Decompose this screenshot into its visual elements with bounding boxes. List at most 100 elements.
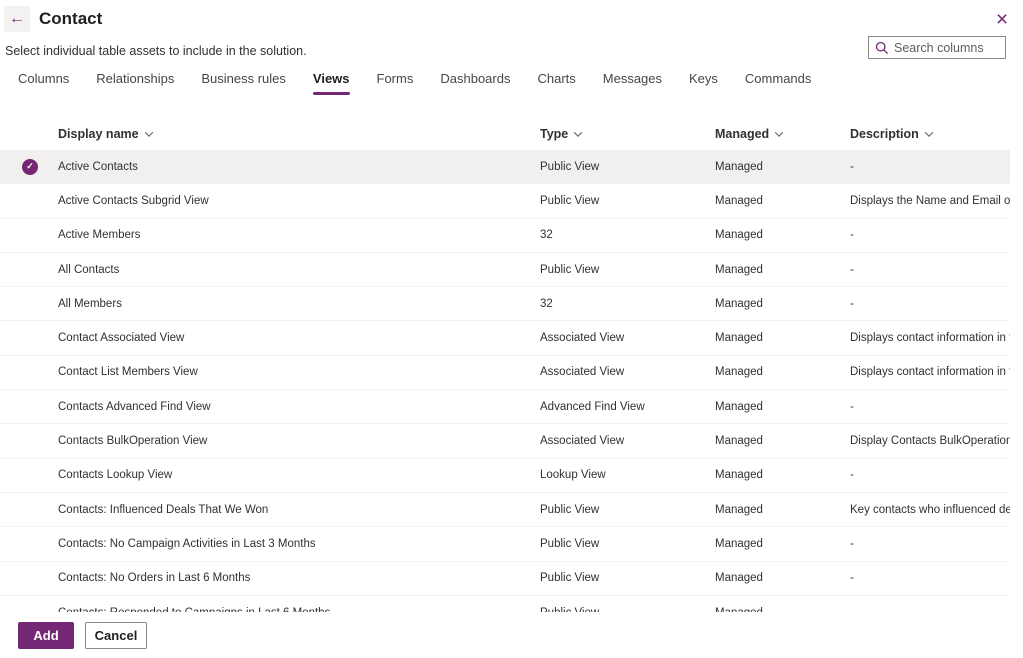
cell-type: 32 — [540, 229, 715, 241]
cell-display-name: Contacts BulkOperation View — [58, 435, 540, 447]
table-row[interactable]: Active Members32Managed- — [0, 219, 1010, 253]
column-header-display-name[interactable]: Display name — [58, 127, 540, 141]
cell-description: - — [850, 401, 1010, 413]
table-row[interactable]: Contact List Members ViewAssociated View… — [0, 356, 1010, 390]
cell-display-name: Contacts: No Orders in Last 6 Months — [58, 572, 540, 584]
tab-label: Forms — [377, 71, 414, 86]
table-header: Display name Type Managed Description — [0, 118, 1010, 150]
cell-description: Display Contacts BulkOperation View — [850, 435, 1010, 447]
column-header-label: Type — [540, 127, 568, 141]
cell-display-name: Contacts: No Campaign Activities in Last… — [58, 538, 540, 550]
tab-label: Columns — [18, 71, 69, 86]
column-header-type[interactable]: Type — [540, 127, 715, 141]
cell-managed: Managed — [715, 469, 850, 481]
tab-relationships[interactable]: Relationships — [96, 71, 174, 95]
cell-description: Displays contact information in the deta — [850, 332, 1010, 344]
close-icon: × — [996, 9, 1008, 30]
asset-picker-panel: ← Contact × Select individual table asse… — [0, 0, 1023, 658]
tab-label: Dashboards — [440, 71, 510, 86]
cell-description: - — [850, 161, 1010, 173]
column-header-label: Display name — [58, 127, 139, 141]
tab-commands[interactable]: Commands — [745, 71, 811, 95]
tab-label: Business rules — [201, 71, 286, 86]
column-header-label: Managed — [715, 127, 769, 141]
tabs: Columns Relationships Business rules Views F… — [18, 71, 811, 95]
tab-forms[interactable]: Forms — [377, 71, 414, 95]
tab-keys[interactable]: Keys — [689, 71, 718, 95]
cell-type: Associated View — [540, 435, 715, 447]
tab-charts[interactable]: Charts — [537, 71, 575, 95]
cell-display-name: Active Members — [58, 229, 540, 241]
cell-managed: Managed — [715, 401, 850, 413]
footer: Add Cancel — [0, 612, 1023, 658]
back-button[interactable]: ← — [4, 6, 30, 32]
cell-display-name: Contacts Lookup View — [58, 469, 540, 481]
cell-type: Public View — [540, 538, 715, 550]
cell-type: 32 — [540, 298, 715, 310]
cell-display-name: Contacts: Influenced Deals That We Won — [58, 504, 540, 516]
table-row[interactable]: Contacts: Influenced Deals That We WonPu… — [0, 493, 1010, 527]
table-row[interactable]: Contact Associated ViewAssociated ViewMa… — [0, 321, 1010, 355]
cell-description: Displays contact information in the Mem — [850, 366, 1010, 378]
cell-type: Public View — [540, 572, 715, 584]
table-row[interactable]: Active Contacts Subgrid ViewPublic ViewM… — [0, 184, 1010, 218]
cell-display-name: All Members — [58, 298, 540, 310]
checkmark-icon: ✓ — [22, 159, 38, 175]
chevron-down-icon — [775, 128, 783, 136]
tab-views[interactable]: Views — [313, 71, 350, 95]
cell-display-name: Contacts Advanced Find View — [58, 401, 540, 413]
cell-managed: Managed — [715, 161, 850, 173]
cell-type: Public View — [540, 504, 715, 516]
tab-business-rules[interactable]: Business rules — [201, 71, 286, 95]
table-row[interactable]: All ContactsPublic ViewManaged- — [0, 253, 1010, 287]
page-subtitle: Select individual table assets to includ… — [5, 44, 307, 58]
chevron-down-icon — [925, 128, 933, 136]
cell-managed: Managed — [715, 435, 850, 447]
cell-type: Advanced Find View — [540, 401, 715, 413]
table-row[interactable]: All Members32Managed- — [0, 287, 1010, 321]
cell-managed: Managed — [715, 298, 850, 310]
cell-display-name: Contact List Members View — [58, 366, 540, 378]
cell-managed: Managed — [715, 332, 850, 344]
table-row[interactable]: Contacts: No Campaign Activities in Last… — [0, 527, 1010, 561]
chevron-down-icon — [574, 128, 582, 136]
views-table: Display name Type Managed Description ✓ Acti… — [0, 118, 1010, 630]
tab-label: Charts — [537, 71, 575, 86]
table-row[interactable]: Contacts: No Orders in Last 6 MonthsPubl… — [0, 562, 1010, 596]
cancel-button[interactable]: Cancel — [85, 622, 147, 649]
cell-type: Public View — [540, 161, 715, 173]
cell-type: Public View — [540, 195, 715, 207]
cell-type: Associated View — [540, 366, 715, 378]
cell-display-name: Active Contacts — [58, 161, 540, 173]
table-body: ✓Active ContactsPublic ViewManaged-Activ… — [0, 150, 1010, 630]
row-selected-check[interactable]: ✓ — [0, 159, 58, 175]
page-title: Contact — [39, 9, 102, 29]
table-row[interactable]: Contacts Advanced Find ViewAdvanced Find… — [0, 390, 1010, 424]
tab-label: Views — [313, 71, 350, 86]
cell-type: Public View — [540, 264, 715, 276]
cell-managed: Managed — [715, 264, 850, 276]
tab-dashboards[interactable]: Dashboards — [440, 71, 510, 95]
topbar: ← Contact — [4, 6, 102, 32]
chevron-down-icon — [144, 128, 152, 136]
close-button[interactable]: × — [991, 8, 1013, 30]
cell-managed: Managed — [715, 229, 850, 241]
cell-description: - — [850, 469, 1010, 481]
table-row[interactable]: Contacts BulkOperation ViewAssociated Vi… — [0, 424, 1010, 458]
add-button[interactable]: Add — [18, 622, 74, 649]
column-header-description[interactable]: Description — [850, 127, 1010, 141]
cell-managed: Managed — [715, 195, 850, 207]
cell-type: Lookup View — [540, 469, 715, 481]
table-row[interactable]: ✓ Active ContactsPublic ViewManaged- — [0, 150, 1010, 184]
search-box — [868, 36, 1006, 59]
tab-messages[interactable]: Messages — [603, 71, 662, 95]
column-header-managed[interactable]: Managed — [715, 127, 850, 141]
tab-columns[interactable]: Columns — [18, 71, 69, 95]
cell-managed: Managed — [715, 504, 850, 516]
cell-description: - — [850, 264, 1010, 276]
tab-label: Keys — [689, 71, 718, 86]
table-row[interactable]: Contacts Lookup ViewLookup ViewManaged- — [0, 459, 1010, 493]
cell-description: - — [850, 572, 1010, 584]
search-input[interactable] — [894, 41, 999, 55]
cell-managed: Managed — [715, 538, 850, 550]
